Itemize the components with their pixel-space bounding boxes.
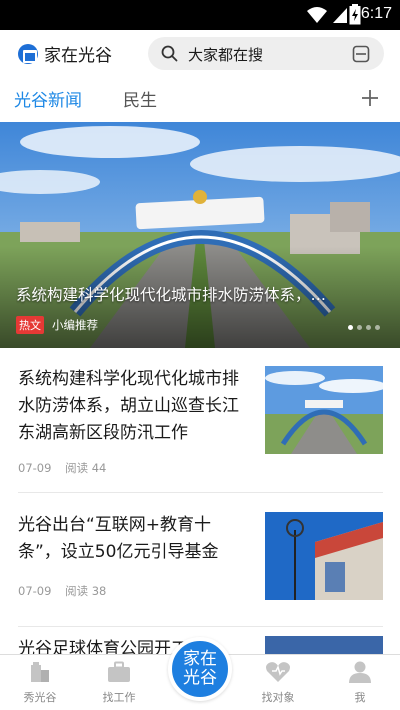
news-item[interactable]: 系统构建科学化现代化城市排水防涝体系，胡立山巡查长江东湖高新区段防汛工作 07-… <box>0 352 400 492</box>
carousel-dot[interactable] <box>357 325 362 330</box>
nav-label: 找工作 <box>102 691 136 704</box>
hero-title[interactable]: 系统构建科学化现代化城市排水防涝体系，… <box>16 283 386 305</box>
nav-label: 秀光谷 <box>23 691 57 704</box>
tab-guanggu-news[interactable]: 光谷新闻 <box>14 86 82 111</box>
news-meta: 07-09 阅读 44 <box>18 460 106 476</box>
wifi-icon <box>307 7 327 23</box>
news-date: 07-09 <box>18 584 52 598</box>
logo-icon <box>18 43 38 64</box>
signal-icon <box>333 8 347 23</box>
hero-meta: 热文 小编推荐 <box>16 316 98 334</box>
hero-image <box>0 122 400 348</box>
nav-me[interactable]: 我 <box>330 661 390 705</box>
nav-xiuguanggu[interactable]: 秀光谷 <box>10 661 70 705</box>
search-icon <box>161 45 178 62</box>
nav-label: 找对象 <box>261 691 295 704</box>
status-bar: 6:17 <box>0 0 400 30</box>
battery-icon <box>349 4 361 25</box>
scan-icon[interactable] <box>352 45 370 63</box>
news-item[interactable]: 光谷出台“互联网+教育十条”，设立50亿元引导基金 07-09 阅读 38 <box>0 498 400 638</box>
app-header: 家在光谷 大家都在搜 <box>0 30 400 76</box>
hero-source: 小编推荐 <box>52 318 98 332</box>
category-tabs: 光谷新闻 民生 <box>0 76 400 122</box>
carousel-dot[interactable] <box>366 325 371 330</box>
hero-banner[interactable] <box>0 122 400 348</box>
center-button-label: 家在光谷 <box>183 649 217 688</box>
nav-label: 我 <box>354 691 366 704</box>
home-center-button[interactable]: 家在光谷 <box>168 637 232 701</box>
news-date: 07-09 <box>18 461 52 475</box>
buildings-icon <box>31 662 49 682</box>
search-placeholder: 大家都在搜 <box>188 46 264 64</box>
search-bar[interactable]: 大家都在搜 <box>148 37 384 70</box>
carousel-dot[interactable] <box>375 325 380 330</box>
clock-time: 6:17 <box>360 5 392 22</box>
carousel-indicator <box>348 325 380 330</box>
news-meta: 07-09 阅读 38 <box>18 583 106 599</box>
hot-tag: 热文 <box>16 316 44 334</box>
carousel-dot[interactable] <box>348 325 353 330</box>
add-tab-icon[interactable] <box>360 88 380 108</box>
heart-icon <box>266 662 290 682</box>
news-thumbnail <box>265 512 383 600</box>
person-icon <box>349 661 371 683</box>
nav-find-job[interactable]: 找工作 <box>89 661 149 705</box>
news-thumbnail <box>265 366 383 454</box>
list-divider <box>18 492 383 493</box>
news-title: 系统构建科学化现代化城市排水防涝体系，胡立山巡查长江东湖高新区段防汛工作 <box>18 369 239 443</box>
nav-find-partner[interactable]: 找对象 <box>248 661 308 705</box>
tab-minsheng[interactable]: 民生 <box>123 86 157 111</box>
app-logo[interactable]: 家在光谷 <box>18 41 112 66</box>
logo-text: 家在光谷 <box>44 46 112 66</box>
briefcase-icon <box>108 661 130 682</box>
news-reads: 阅读 44 <box>65 461 107 475</box>
news-thumbnail <box>265 636 383 654</box>
news-reads: 阅读 38 <box>65 584 107 598</box>
news-title: 光谷出台“互联网+教育十条”，设立50亿元引导基金 <box>18 515 219 562</box>
